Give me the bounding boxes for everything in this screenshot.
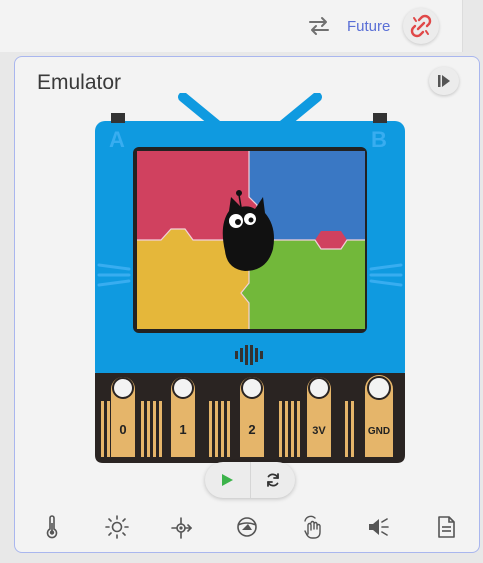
antenna-left: [178, 93, 222, 130]
button-a-cap[interactable]: [111, 113, 125, 123]
gesture-icon[interactable]: [234, 514, 260, 540]
restart-button[interactable]: [250, 462, 296, 498]
pin-3v[interactable]: 3V: [307, 377, 331, 457]
touch-icon[interactable]: [299, 514, 325, 540]
pin-2[interactable]: 2: [240, 377, 264, 457]
pin-0-label: 0: [119, 422, 126, 437]
button-a-label[interactable]: A: [109, 127, 125, 152]
button-b-cap[interactable]: [373, 113, 387, 123]
button-b-label[interactable]: B: [371, 127, 387, 152]
disconnect-button[interactable]: [403, 8, 439, 44]
microbit-device: A B 0 1 2 3V GND: [95, 93, 405, 463]
pin-gnd-label: GND: [368, 426, 390, 437]
top-bar: Future: [0, 0, 463, 52]
log-icon[interactable]: [433, 514, 459, 540]
step-forward-button[interactable]: [429, 67, 459, 95]
compass-icon[interactable]: [169, 514, 195, 540]
edge-connector: 0 1 2 3V GND: [95, 373, 405, 463]
pin-gnd[interactable]: GND: [365, 375, 393, 457]
swap-icon[interactable]: [307, 14, 331, 38]
broken-link-icon: [410, 14, 432, 38]
light-icon[interactable]: [104, 514, 130, 540]
pin-3v-label: 3V: [312, 425, 326, 437]
restart-icon: [267, 473, 279, 487]
thermometer-icon[interactable]: [39, 514, 65, 540]
led-screen: [133, 147, 367, 333]
pin-1[interactable]: 1: [171, 377, 195, 457]
panel-title: Emulator: [37, 71, 122, 94]
emulator-panel: Emulator A B 0 1 2 3V GND: [14, 56, 480, 553]
step-forward-icon: [438, 75, 450, 87]
pin-2-label: 2: [248, 422, 255, 437]
simulator-controls: [205, 462, 295, 498]
pin-0[interactable]: 0: [111, 377, 135, 457]
pin-1-label: 1: [179, 422, 186, 437]
play-button[interactable]: [205, 462, 250, 498]
play-icon: [222, 474, 233, 486]
future-link[interactable]: Future: [347, 18, 390, 35]
sound-icon[interactable]: [365, 514, 391, 540]
antenna-right: [278, 93, 322, 130]
